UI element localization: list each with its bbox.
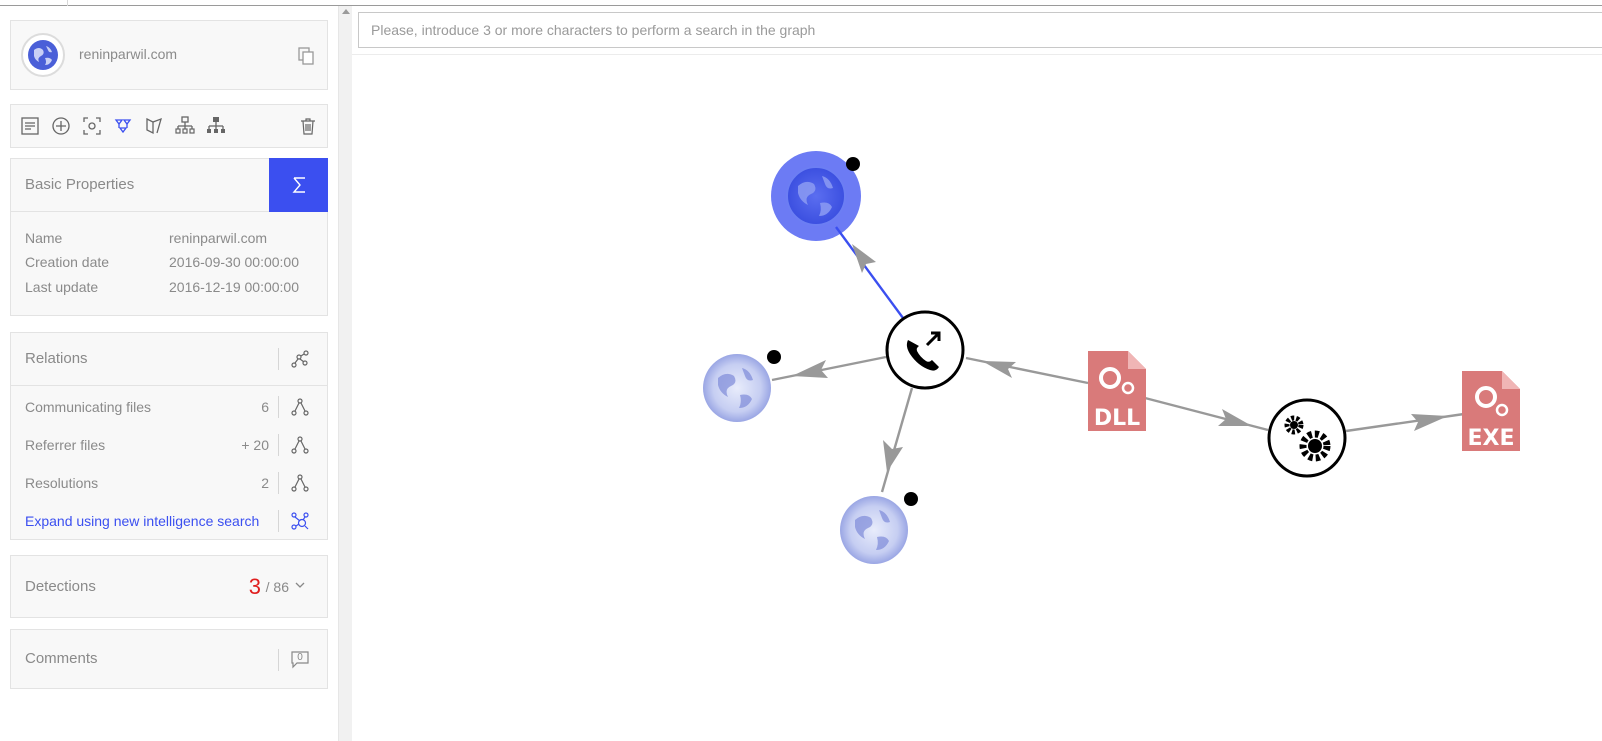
add-node-icon[interactable] [50, 115, 72, 137]
sigma-icon [291, 177, 305, 193]
relation-count: 6 [261, 399, 269, 415]
relation-referrer-files[interactable]: Referrer files [25, 437, 105, 453]
graph-area[interactable]: DLL EXE [352, 6, 1602, 741]
expand-intelligence-search-link[interactable]: Expand using new intelligence search [25, 513, 259, 529]
relation-communicating-files[interactable]: Communicating files [25, 399, 151, 415]
node-domain-left[interactable] [703, 350, 781, 422]
entity-card: reninparwil.com [10, 20, 328, 90]
divider [278, 434, 279, 456]
comment-icon[interactable]: 0 [290, 649, 310, 669]
comments-panel: Comments 0 [10, 629, 328, 689]
detections-positives: 3 [248, 574, 261, 599]
trash-icon[interactable] [297, 115, 319, 137]
property-value: 2016-12-19 00:00:00 [169, 279, 299, 295]
detections-title: Detections [25, 578, 96, 595]
hierarchy-alt-icon[interactable] [205, 115, 227, 137]
divider [278, 396, 279, 418]
node-domain-bottom[interactable] [840, 492, 918, 564]
relation-graph-icon[interactable] [290, 473, 310, 493]
property-label: Last update [25, 279, 99, 295]
hierarchy-icon[interactable] [174, 115, 196, 137]
graph-edge[interactable] [771, 355, 887, 382]
divider [278, 510, 279, 532]
scroll-up-icon[interactable] [342, 9, 350, 14]
sidebar-scrollbar[interactable] [338, 6, 352, 741]
node-dll-file[interactable]: DLL [1088, 351, 1146, 431]
relations-title: Relations [25, 350, 88, 367]
graph-search-icon[interactable] [290, 511, 310, 531]
node-badge [846, 157, 860, 171]
graph-edge[interactable] [835, 226, 904, 319]
property-label: Name [25, 230, 63, 246]
relation-resolutions[interactable]: Resolutions [25, 475, 98, 491]
globe-icon [703, 354, 771, 422]
focus-icon[interactable] [81, 115, 103, 137]
node-hub[interactable] [885, 310, 965, 390]
divider [278, 649, 279, 671]
edge-arrow [852, 244, 876, 273]
node-badge [767, 350, 781, 364]
basic-properties-panel: Basic Properties Name reninparwil.com Cr… [10, 158, 328, 316]
exe-label: EXE [1467, 426, 1514, 451]
node-badge [904, 492, 918, 506]
edge-arrow [1411, 414, 1448, 431]
properties-icon[interactable] [19, 115, 41, 137]
comment-count: 0 [297, 652, 303, 663]
filter-icon[interactable] [143, 115, 165, 137]
sidebar: reninparwil.com Basic Properties Name re… [0, 6, 338, 741]
graph-icon[interactable] [290, 349, 310, 369]
property-value: 2016-09-30 00:00:00 [169, 254, 299, 270]
globe-icon [786, 166, 846, 226]
expand-icon[interactable] [112, 115, 134, 137]
node-process[interactable] [1267, 398, 1347, 478]
graph-canvas[interactable]: DLL EXE [352, 6, 1602, 741]
relation-count: + 20 [241, 437, 269, 453]
divider [278, 472, 279, 494]
node-exe-file[interactable]: EXE [1462, 371, 1520, 451]
globe-icon [840, 496, 908, 564]
relation-count: 2 [261, 475, 269, 491]
graph-edge[interactable] [880, 387, 914, 493]
property-value: reninparwil.com [169, 230, 268, 246]
dll-label: DLL [1094, 406, 1140, 431]
chevron-down-icon[interactable] [295, 580, 305, 590]
detections-panel[interactable]: Detections 3 / 86 [10, 555, 328, 618]
basic-properties-title: Basic Properties [25, 176, 135, 193]
relations-header: Relations [11, 333, 327, 386]
copy-icon[interactable] [297, 47, 315, 65]
node-toolbar [10, 104, 328, 148]
relation-graph-icon[interactable] [290, 435, 310, 455]
summary-button[interactable] [269, 158, 328, 212]
detections-total: / 86 [265, 579, 289, 595]
globe-icon [28, 40, 58, 70]
edge-arrow [883, 440, 903, 472]
basic-properties-header: Basic Properties [11, 158, 328, 212]
entity-name: reninparwil.com [79, 46, 178, 62]
edge-arrow [982, 361, 1016, 378]
comments-title: Comments [25, 650, 98, 667]
relations-panel: Relations Communicating files 6 Referrer… [10, 332, 328, 540]
property-label: Creation date [25, 254, 110, 270]
relation-graph-icon[interactable] [290, 397, 310, 417]
node-domain-selected[interactable] [771, 151, 861, 241]
divider [278, 348, 279, 370]
entity-avatar [21, 33, 65, 77]
